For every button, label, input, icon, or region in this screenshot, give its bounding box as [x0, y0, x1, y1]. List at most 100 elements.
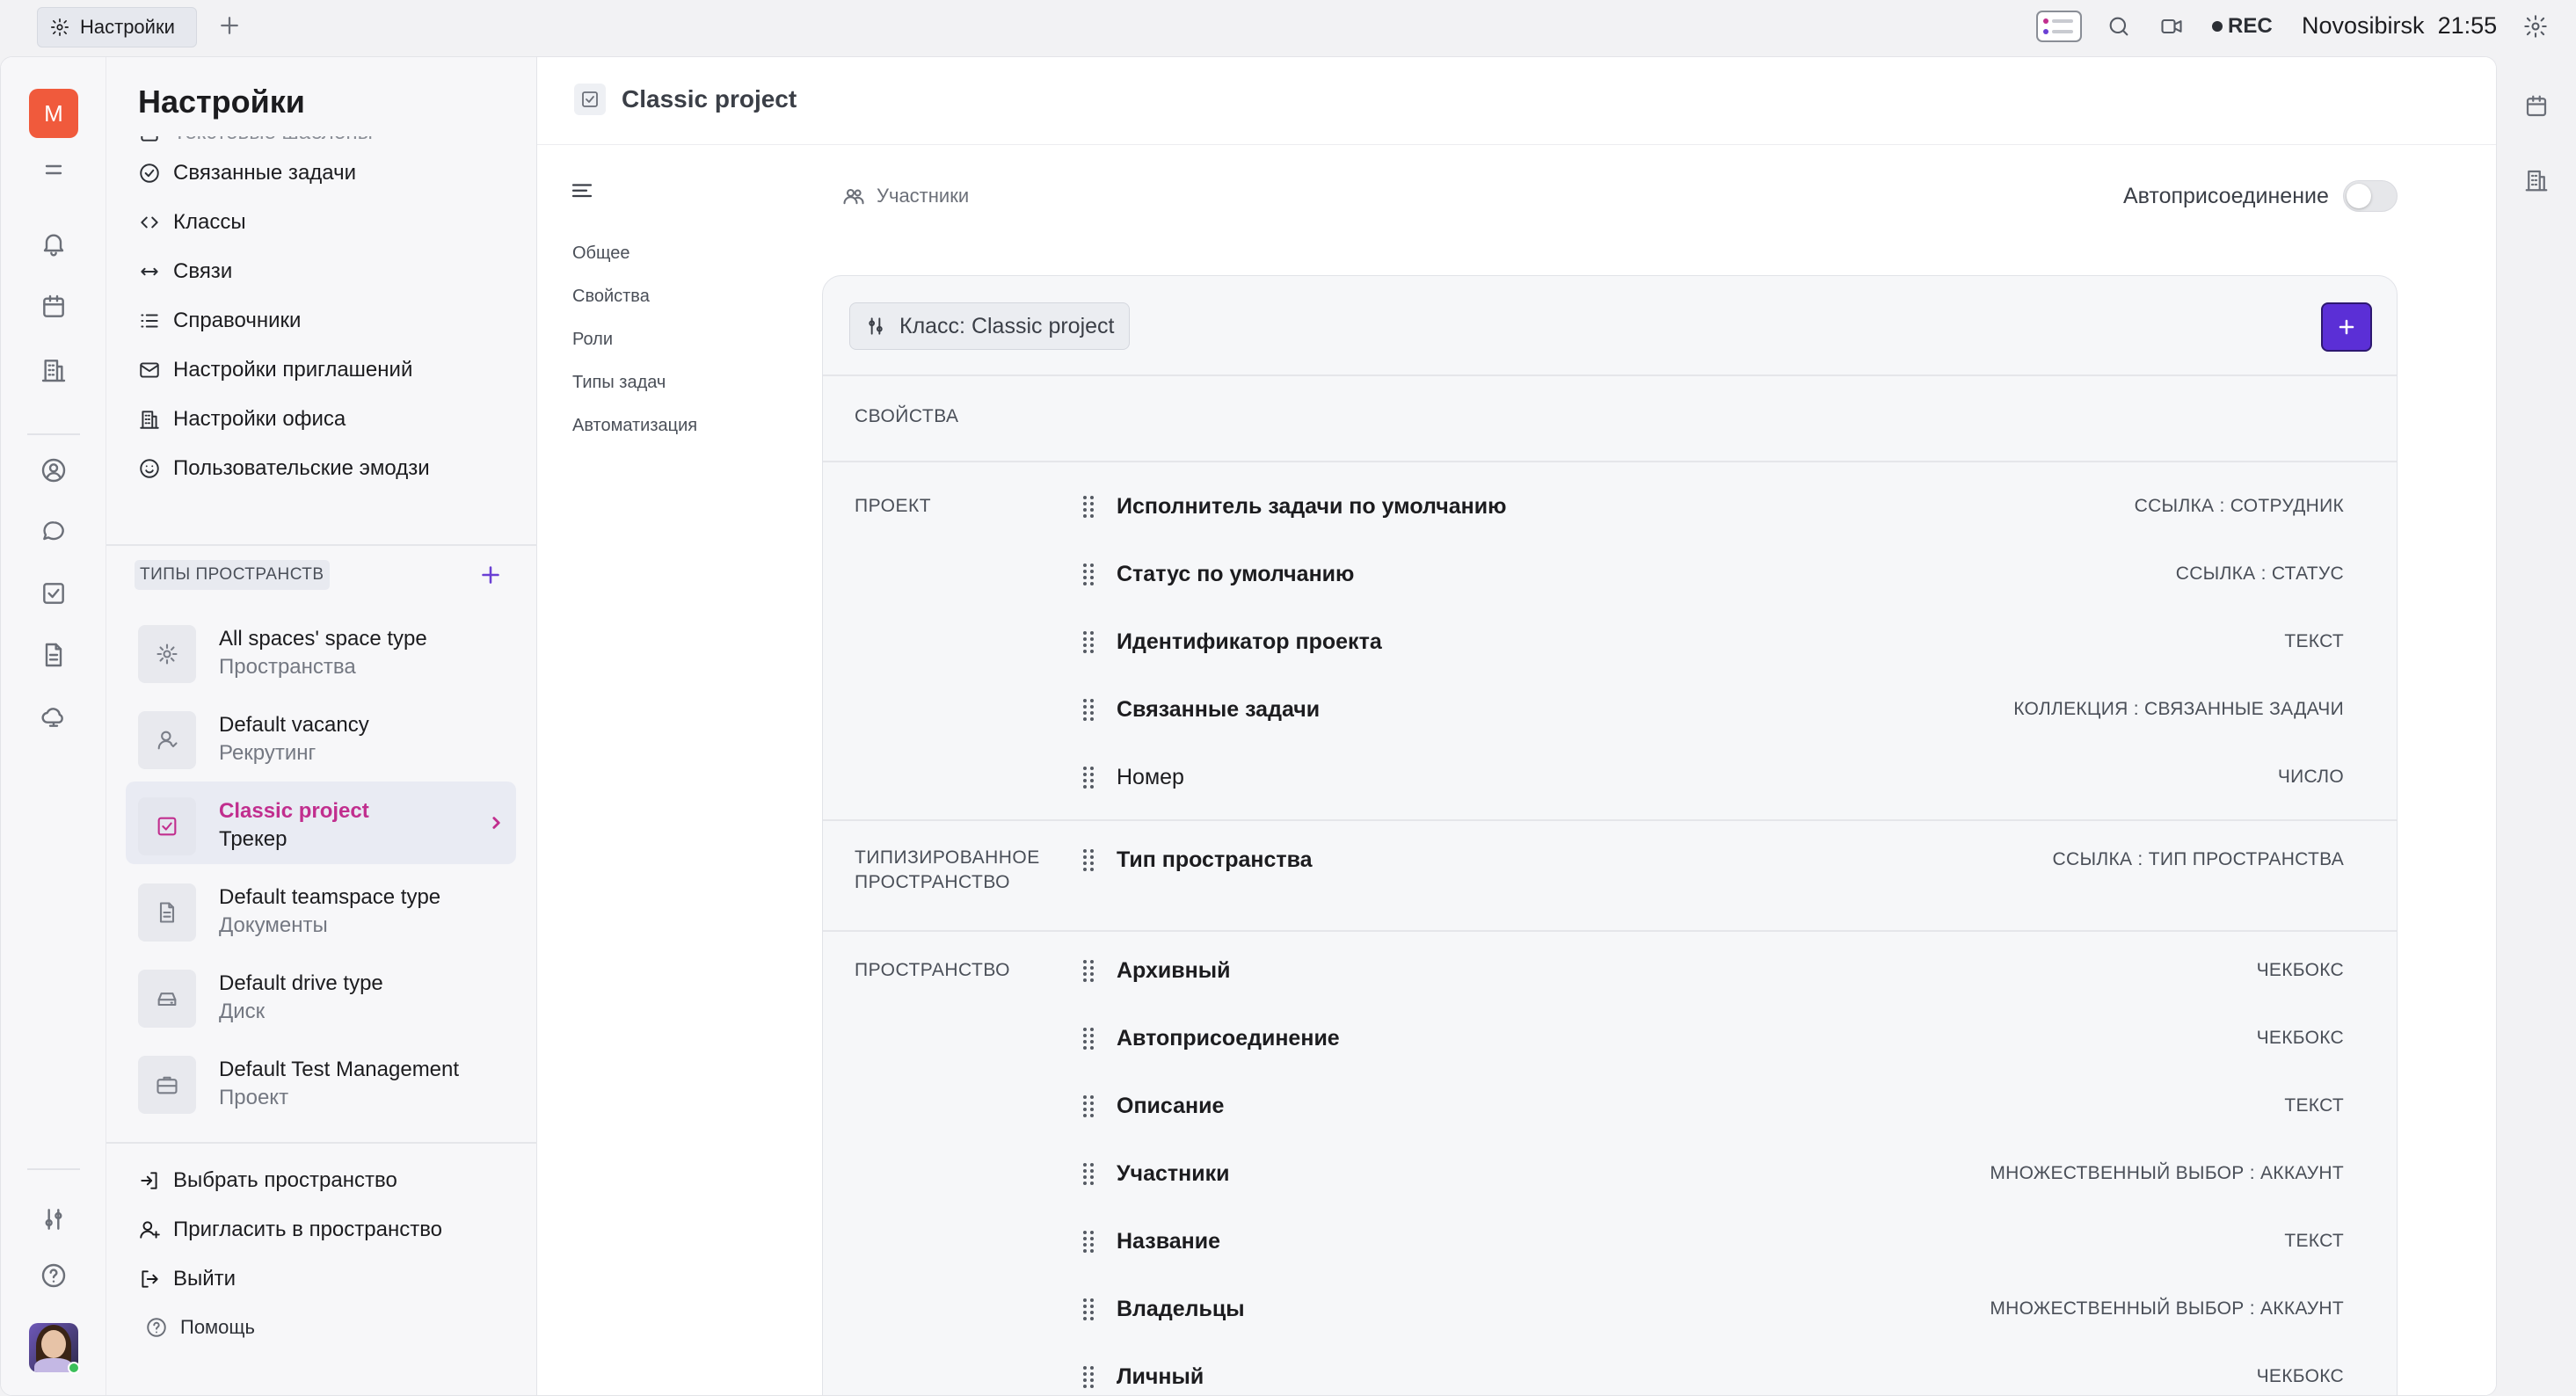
- property-type: ТЕКСТ: [2284, 1095, 2344, 1116]
- mail-icon: [140, 362, 159, 378]
- property-row[interactable]: Автоприсоединение ЧЕКБОКС: [1078, 1021, 2344, 1056]
- toc-item-general[interactable]: Общее: [572, 244, 630, 264]
- drag-handle-icon[interactable]: [1078, 1161, 1099, 1186]
- drag-handle-icon[interactable]: [1078, 1297, 1099, 1321]
- document-icon: [159, 902, 175, 923]
- class-properties-card: Класс: Classic project СВОЙСТВА ПРОЕКТ И…: [822, 275, 2398, 1395]
- menu-icon[interactable]: [40, 156, 68, 184]
- plus-icon: [2339, 319, 2354, 335]
- gear-icon: [156, 643, 178, 665]
- chat-icon[interactable]: [40, 518, 68, 546]
- sidebar-item-relations[interactable]: Связи: [138, 254, 232, 289]
- plus-icon[interactable]: [216, 12, 243, 39]
- sidebar-item-office-settings[interactable]: Настройки офиса: [138, 402, 346, 437]
- property-row[interactable]: Исполнитель задачи по умолчанию ССЫЛКА :…: [1078, 489, 2344, 524]
- toc-item-automation[interactable]: Автоматизация: [572, 416, 697, 436]
- calendar-icon[interactable]: [40, 293, 68, 321]
- documents-icon[interactable]: [40, 641, 68, 669]
- space-type-item[interactable]: Default teamspace type Документы: [126, 868, 516, 950]
- drag-handle-icon[interactable]: [1078, 958, 1099, 983]
- sidebar-item-text-templates[interactable]: Текстовые шаблоны: [138, 136, 373, 150]
- property-type: ССЫЛКА : СОТРУДНИК: [2134, 496, 2344, 516]
- space-type-item[interactable]: Default Test Management Проект: [126, 1040, 516, 1123]
- members-button[interactable]: Участники: [841, 184, 969, 208]
- outline-toggle-icon[interactable]: [569, 178, 595, 205]
- toc-item-properties[interactable]: Свойства: [572, 287, 650, 307]
- property-type: ТЕКСТ: [2284, 1231, 2344, 1251]
- sidebar-item-related-tasks[interactable]: Связанные задачи: [138, 156, 356, 191]
- logout-icon: [142, 1270, 158, 1288]
- add-property-button[interactable]: [2321, 302, 2372, 352]
- location-clock[interactable]: Novosibirsk 21:55: [2302, 12, 2497, 40]
- property-row[interactable]: Владельцы МНОЖЕСТВЕННЫЙ ВЫБОР : АККАУНТ: [1078, 1291, 2344, 1327]
- office-building-icon[interactable]: [2523, 167, 2550, 193]
- space-type-item-active[interactable]: Classic project Трекер: [126, 782, 516, 864]
- sidebar-item-classes[interactable]: Классы: [138, 205, 246, 240]
- property-row[interactable]: Номер ЧИСЛО: [1078, 760, 2344, 795]
- invite-to-space-item[interactable]: Пригласить в пространство: [138, 1212, 442, 1247]
- logout-item[interactable]: Выйти: [138, 1261, 236, 1297]
- drag-handle-icon[interactable]: [1078, 1364, 1099, 1389]
- sidebar-item-custom-emoji[interactable]: Пользовательские эмодзи: [138, 451, 430, 486]
- class-button[interactable]: Класс: Classic project: [849, 302, 1130, 350]
- drag-handle-icon[interactable]: [1078, 1026, 1099, 1051]
- search-icon[interactable]: [2107, 14, 2131, 39]
- cloud-drive-icon[interactable]: [40, 702, 68, 731]
- bell-icon[interactable]: [40, 229, 68, 258]
- drag-handle-icon[interactable]: [1078, 1094, 1099, 1118]
- group-label-space: ПРОСТРАНСТВО: [855, 960, 1010, 980]
- smile-icon: [140, 459, 159, 478]
- help-link[interactable]: Помощь: [145, 1316, 255, 1339]
- office-building-icon[interactable]: [40, 356, 68, 384]
- tab-settings[interactable]: Настройки: [37, 7, 197, 47]
- drag-handle-icon[interactable]: [1078, 629, 1099, 654]
- add-space-type-icon[interactable]: [476, 560, 506, 590]
- property-name: Личный: [1117, 1364, 1204, 1389]
- drag-handle-icon[interactable]: [1078, 847, 1099, 872]
- property-name: Описание: [1117, 1094, 1225, 1118]
- autojoin-toggle[interactable]: [2343, 180, 2398, 212]
- drag-handle-icon[interactable]: [1078, 697, 1099, 722]
- toc-item-task-types[interactable]: Типы задач: [572, 373, 666, 393]
- workspace-avatar[interactable]: M: [29, 89, 78, 138]
- space-type-item[interactable]: All spaces' space type Пространства: [126, 609, 516, 692]
- property-name: Архивный: [1117, 958, 1231, 983]
- chevron-right-icon: [492, 817, 500, 829]
- space-type-item[interactable]: Default vacancy Рекрутинг: [126, 695, 516, 778]
- drag-handle-icon[interactable]: [1078, 494, 1099, 519]
- property-row[interactable]: Связанные задачи КОЛЛЕКЦИЯ : СВЯЗАННЫЕ З…: [1078, 692, 2344, 727]
- property-row[interactable]: Статус по умолчанию ССЫЛКА : СТАТУС: [1078, 556, 2344, 592]
- content-header: Classic project: [537, 57, 2496, 145]
- property-row[interactable]: Участники МНОЖЕСТВЕННЫЙ ВЫБОР : АККАУНТ: [1078, 1156, 2344, 1191]
- navigation-rail: M: [1, 57, 106, 1395]
- drag-handle-icon[interactable]: [1078, 562, 1099, 586]
- sidebar-item-invite-settings[interactable]: Настройки приглашений: [138, 353, 412, 388]
- property-row[interactable]: Идентификатор проекта ТЕКСТ: [1078, 624, 2344, 659]
- video-camera-icon[interactable]: [2159, 14, 2184, 39]
- help-icon[interactable]: [40, 1261, 68, 1290]
- recording-indicator[interactable]: REC: [2212, 14, 2273, 39]
- sidebar-item-directories[interactable]: Справочники: [138, 303, 301, 338]
- contacts-icon[interactable]: [40, 456, 68, 484]
- time-label: 21:55: [2437, 12, 2498, 39]
- space-type-item[interactable]: Default drive type Диск: [126, 954, 516, 1036]
- property-row[interactable]: Личный ЧЕКБОКС: [1078, 1359, 2344, 1394]
- drag-handle-icon[interactable]: [1078, 765, 1099, 789]
- property-type: ЧЕКБОКС: [2256, 1366, 2344, 1386]
- property-row[interactable]: Описание ТЕКСТ: [1078, 1088, 2344, 1123]
- gear-icon[interactable]: [2523, 14, 2548, 39]
- toc-item-roles[interactable]: Роли: [572, 330, 613, 350]
- drag-handle-icon[interactable]: [1078, 1229, 1099, 1254]
- toggle-knob: [2347, 184, 2371, 208]
- property-row[interactable]: Название ТЕКСТ: [1078, 1224, 2344, 1259]
- layout-toggle-icon[interactable]: [2036, 11, 2082, 42]
- sidebar-divider: [106, 1142, 537, 1144]
- property-type: ТЕКСТ: [2284, 631, 2344, 651]
- property-type: КОЛЛЕКЦИЯ : СВЯЗАННЫЕ ЗАДАЧИ: [2013, 699, 2344, 719]
- property-row[interactable]: Тип пространства ССЫЛКА : ТИП ПРОСТРАНСТ…: [1078, 842, 2344, 877]
- calendar-icon[interactable]: [2523, 93, 2550, 120]
- sliders-icon[interactable]: [40, 1205, 68, 1233]
- select-space-item[interactable]: Выбрать пространство: [138, 1163, 397, 1198]
- property-row[interactable]: Архивный ЧЕКБОКС: [1078, 953, 2344, 988]
- tracker-icon[interactable]: [40, 579, 68, 607]
